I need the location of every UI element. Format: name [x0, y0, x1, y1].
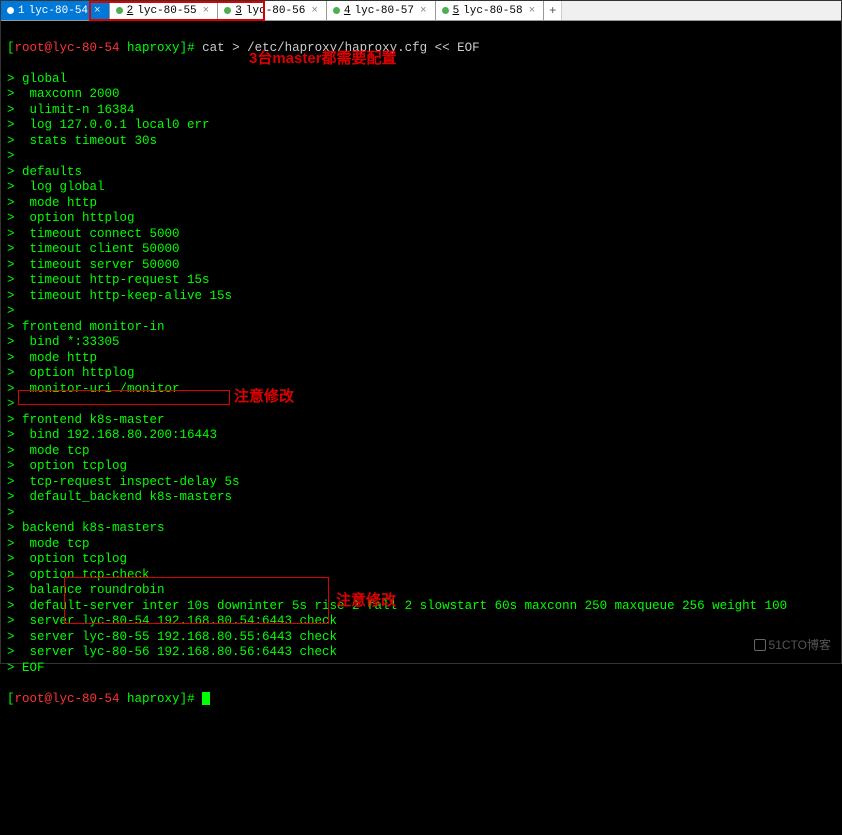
annotation-bottom: 注意修改	[336, 593, 396, 609]
prompt-line: [root@lyc-80-54 haproxy]#	[7, 692, 835, 708]
watermark: 51CTO博客	[754, 636, 831, 653]
prompt-line: [root@lyc-80-54 haproxy]# cat > /etc/hap…	[7, 41, 835, 57]
tab-num: 5	[453, 5, 460, 17]
close-icon[interactable]: ×	[418, 5, 429, 17]
terminal-line: > stats timeout 30s	[7, 134, 835, 150]
tab-label: lyc-80-56	[246, 5, 305, 17]
terminal-line: > server lyc-80-56 192.168.80.56:6443 ch…	[7, 645, 835, 661]
status-dot-icon	[116, 7, 123, 14]
terminal-line: > default-server inter 10s downinter 5s …	[7, 599, 835, 615]
tab-num: 2	[127, 5, 134, 17]
terminal-line: > tcp-request inspect-delay 5s	[7, 475, 835, 491]
tab-label: lyc-80-55	[137, 5, 196, 17]
terminal-line: > global	[7, 72, 835, 88]
terminal-line: > balance roundrobin	[7, 583, 835, 599]
terminal-line: > timeout server 50000	[7, 258, 835, 274]
terminal-line: > mode tcp	[7, 444, 835, 460]
terminal-line: > mode http	[7, 196, 835, 212]
terminal-line: > log 127.0.0.1 local0 err	[7, 118, 835, 134]
terminal-line: > option httplog	[7, 366, 835, 382]
terminal-line: > server lyc-80-55 192.168.80.55:6443 ch…	[7, 630, 835, 646]
status-dot-icon	[224, 7, 231, 14]
tab-bar: 1 lyc-80-54 × 2 lyc-80-55 × 3 lyc-80-56 …	[1, 1, 841, 21]
add-tab-button[interactable]: +	[544, 1, 562, 20]
terminal-line: >	[7, 506, 835, 522]
tab-label: lyc-80-54	[29, 5, 88, 17]
tab-label: lyc-80-57	[355, 5, 414, 17]
terminal-line: > default_backend k8s-masters	[7, 490, 835, 506]
tab-4[interactable]: 4 lyc-80-57 ×	[327, 1, 436, 20]
terminal-line: > mode http	[7, 351, 835, 367]
terminal-line: > timeout client 50000	[7, 242, 835, 258]
tab-1[interactable]: 1 lyc-80-54 ×	[1, 1, 110, 20]
terminal-line: > timeout connect 5000	[7, 227, 835, 243]
tab-num: 4	[344, 5, 351, 17]
watermark-text: 51CTO博客	[769, 636, 831, 653]
tab-3[interactable]: 3 lyc-80-56 ×	[218, 1, 327, 20]
terminal-output[interactable]: [root@lyc-80-54 haproxy]# cat > /etc/hap…	[1, 21, 841, 835]
terminal-line: > monitor-uri /monitor	[7, 382, 835, 398]
close-icon[interactable]: ×	[309, 5, 320, 17]
tab-num: 1	[18, 5, 25, 17]
terminal-line: > timeout http-keep-alive 15s	[7, 289, 835, 305]
status-dot-icon	[333, 7, 340, 14]
terminal-line: > maxconn 2000	[7, 87, 835, 103]
terminal-line: > ulimit-n 16384	[7, 103, 835, 119]
tab-5[interactable]: 5 lyc-80-58 ×	[436, 1, 545, 20]
tab-label: lyc-80-58	[463, 5, 522, 17]
tab-num: 3	[235, 5, 242, 17]
terminal-line: > frontend monitor-in	[7, 320, 835, 336]
status-dot-icon	[442, 7, 449, 14]
terminal-line: > bind *:33305	[7, 335, 835, 351]
status-dot-icon	[7, 7, 14, 14]
terminal-line: > option tcplog	[7, 552, 835, 568]
close-icon[interactable]: ×	[92, 5, 103, 17]
tab-2[interactable]: 2 lyc-80-55 ×	[110, 1, 219, 20]
terminal-line: > option httplog	[7, 211, 835, 227]
terminal-line: > mode tcp	[7, 537, 835, 553]
terminal-line: > frontend k8s-master	[7, 413, 835, 429]
terminal-line: > server lyc-80-54 192.168.80.54:6443 ch…	[7, 614, 835, 630]
annotation-mid: 注意修改	[234, 389, 294, 405]
annotation-top: 3台master都需要配置	[249, 51, 397, 67]
terminal-line: > log global	[7, 180, 835, 196]
watermark-icon	[754, 639, 766, 651]
close-icon[interactable]: ×	[527, 5, 538, 17]
terminal-line: > defaults	[7, 165, 835, 181]
terminal-line: >	[7, 397, 835, 413]
terminal-line: > bind 192.168.80.200:16443	[7, 428, 835, 444]
terminal-line: > option tcp-check	[7, 568, 835, 584]
terminal-line: > backend k8s-masters	[7, 521, 835, 537]
cursor-icon	[202, 692, 210, 705]
terminal-line: >	[7, 149, 835, 165]
terminal-line: > option tcplog	[7, 459, 835, 475]
terminal-line: > timeout http-request 15s	[7, 273, 835, 289]
close-icon[interactable]: ×	[201, 5, 212, 17]
terminal-line: >	[7, 304, 835, 320]
terminal-line: > EOF	[7, 661, 835, 677]
